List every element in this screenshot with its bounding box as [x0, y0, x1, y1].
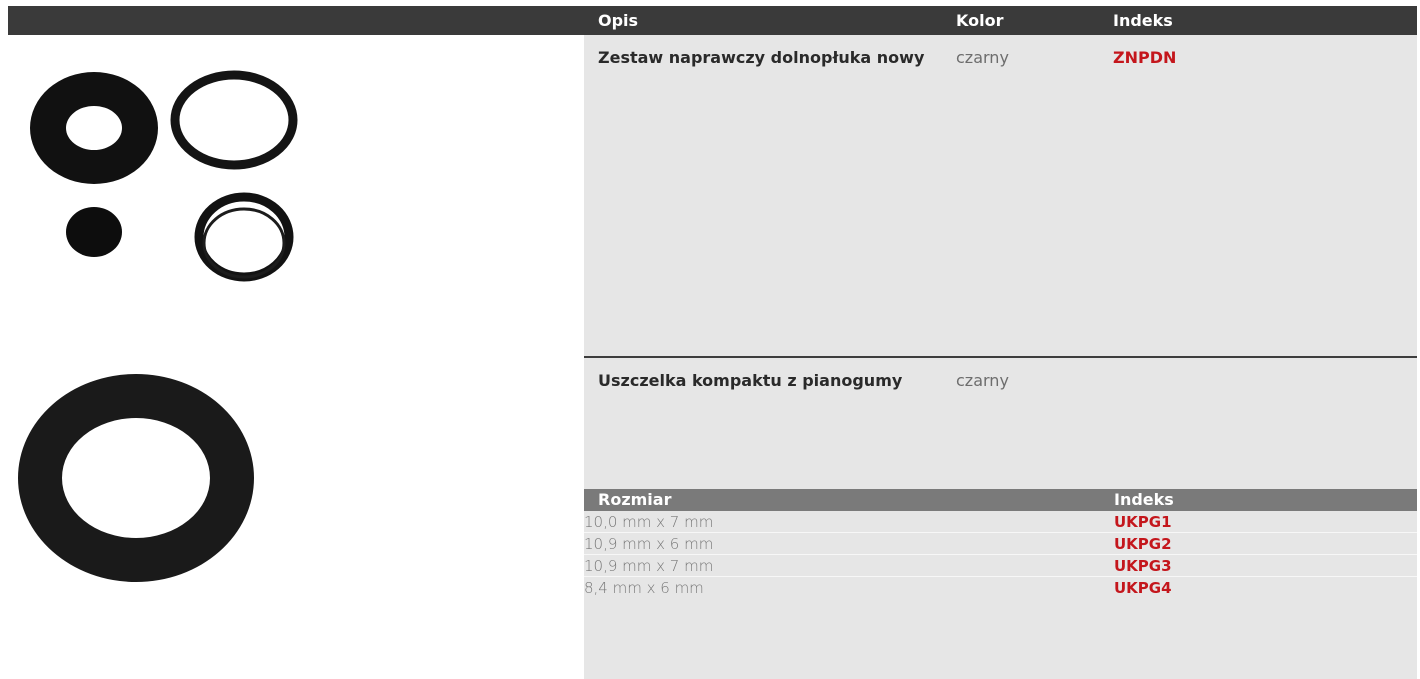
size-value: 10,0 mm x 7 mm: [584, 513, 714, 531]
size-index: UKPG1: [1114, 513, 1172, 531]
repair-kit-image: [30, 70, 298, 282]
product-panel-repair-kit: [584, 35, 1417, 357]
table-row: 8,4 mm x 6 mm UKPG4: [584, 577, 1417, 599]
size-index: UKPG4: [1114, 579, 1172, 597]
gasket-image: [18, 374, 254, 582]
sizes-header-size: Rozmiar: [598, 490, 672, 509]
size-value: 8,4 mm x 6 mm: [584, 579, 704, 597]
table-row: 10,9 mm x 7 mm UKPG3: [584, 555, 1417, 577]
header-description: Opis: [598, 11, 639, 30]
product-description: Uszczelka kompaktu z pianogumy: [598, 371, 903, 390]
product-index: ZNPDN: [1113, 48, 1177, 67]
sizes-header: Rozmiar Indeks: [584, 489, 1417, 511]
header-color: Kolor: [956, 11, 1004, 30]
header-index: Indeks: [1113, 11, 1173, 30]
product-color: czarny: [956, 371, 1009, 390]
table-row: 10,9 mm x 6 mm UKPG2: [584, 533, 1417, 555]
size-index: UKPG2: [1114, 535, 1172, 553]
size-value: 10,9 mm x 7 mm: [584, 557, 714, 575]
table-header-bar: [8, 6, 1417, 35]
sizes-header-index: Indeks: [1114, 490, 1174, 509]
size-value: 10,9 mm x 6 mm: [584, 535, 714, 553]
product-color: czarny: [956, 48, 1009, 67]
size-index: UKPG3: [1114, 557, 1172, 575]
table-row: 10,0 mm x 7 mm UKPG1: [584, 511, 1417, 533]
product-description: Zestaw naprawczy dolnopłuka nowy: [598, 48, 925, 67]
